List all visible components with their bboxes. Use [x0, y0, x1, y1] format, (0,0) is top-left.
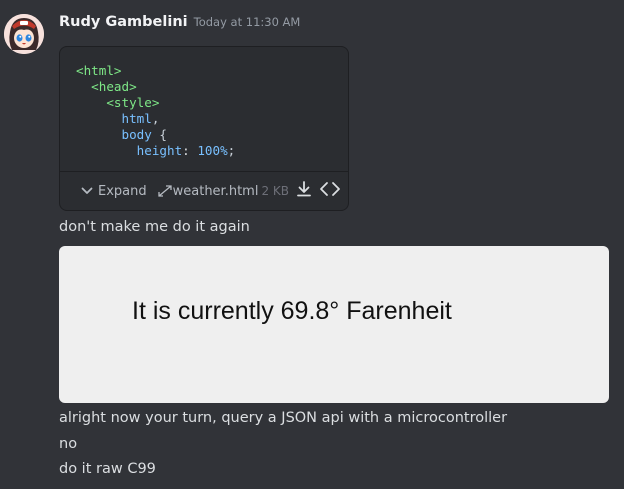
message-text: do it raw C99 [59, 461, 156, 477]
code-token: height [76, 143, 183, 158]
file-size: 2 KB [261, 184, 290, 198]
code-token: <head> [76, 79, 137, 94]
message-text: don't make me do it again [59, 219, 250, 235]
code-token: , [151, 111, 160, 126]
code-token: <style> [76, 95, 160, 110]
download-button[interactable] [295, 180, 313, 202]
attachment-footer: Expand weather.html 2 KB [60, 171, 348, 210]
code-token: body [76, 127, 152, 142]
file-name[interactable]: weather.html [173, 184, 259, 199]
view-source-button[interactable] [319, 180, 341, 202]
expand-button[interactable]: Expand [80, 184, 147, 199]
embed-text: It is currently 69.8° Farenheit [132, 297, 452, 325]
code-icon [320, 182, 340, 196]
code-token: : [182, 143, 198, 158]
weather-embed: It is currently 69.8° Farenheit [59, 246, 609, 403]
username[interactable]: Rudy Gambelini [59, 14, 188, 30]
message-text: no [59, 436, 78, 452]
message-text: alright now your turn, query a JSON api … [59, 410, 508, 426]
code-line: height: 100%; [76, 143, 348, 159]
code-token: <html> [76, 63, 122, 78]
code-token: html [76, 111, 152, 126]
code-line: body { [76, 127, 348, 143]
file-attachment: <html> <head> <style> html, body { heigh… [59, 46, 349, 211]
diagonal-arrows-icon [157, 185, 172, 197]
code-token: ; [227, 143, 236, 158]
code-token: { [151, 127, 167, 142]
message-header: Rudy Gambelini Today at 11:30 AM [59, 14, 300, 36]
download-icon [297, 181, 311, 197]
expand-label: Expand [98, 183, 147, 199]
code-line: <html> [76, 63, 348, 79]
avatar[interactable] [4, 14, 44, 54]
timestamp: Today at 11:30 AM [193, 15, 301, 29]
file-info: weather.html 2 KB [157, 184, 289, 199]
code-line: <head> [76, 79, 348, 95]
code-token: 100% [197, 143, 228, 158]
code-preview: <html> <head> <style> html, body { heigh… [60, 47, 348, 173]
code-line: html, [76, 111, 348, 127]
chevron-down-icon [81, 187, 93, 194]
attachment-actions [295, 180, 341, 202]
code-line: <style> [76, 95, 348, 111]
anime-girl-avatar-icon [4, 14, 44, 54]
